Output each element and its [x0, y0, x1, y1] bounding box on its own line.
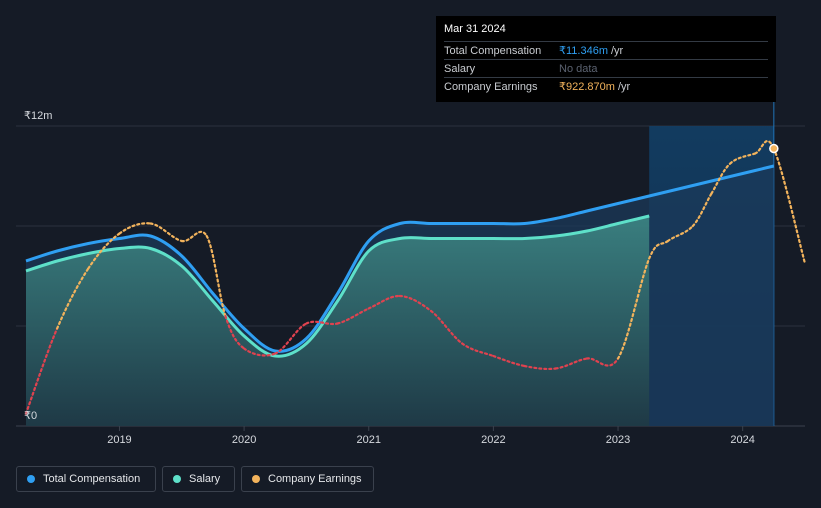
tooltip-value: No data [559, 62, 598, 75]
legend-dot-icon [252, 475, 260, 483]
tooltip-unit: /yr [617, 80, 631, 93]
y-tick-label: ₹0 [24, 410, 37, 422]
tooltip-value: ₹922.870m [559, 81, 615, 93]
legend-label: Total Compensation [43, 473, 141, 485]
legend-item-company-earnings[interactable]: Company Earnings [241, 466, 374, 492]
x-axis: 2019 2020 2021 2022 2023 2024 [107, 426, 755, 446]
legend-dot-icon [173, 475, 181, 483]
earnings-marker [769, 143, 779, 154]
tooltip-row-earnings: Company Earnings ₹922.870m /yr [444, 77, 768, 95]
markers [769, 143, 779, 154]
x-tick-label: 2019 [107, 434, 131, 446]
tooltip-row-total: Total Compensation ₹11.346m /yr [444, 41, 768, 59]
legend: Total Compensation Salary Company Earnin… [16, 466, 374, 492]
areas [26, 102, 775, 426]
tooltip-value: ₹11.346m [559, 45, 608, 57]
tooltip-label: Salary [444, 62, 476, 75]
legend-dot-icon [27, 475, 35, 483]
tooltip: Mar 31 2024 Total Compensation ₹11.346m … [436, 16, 776, 102]
y-tick-label: ₹12m [24, 110, 52, 122]
company-earnings-segment [118, 222, 152, 235]
legend-label: Salary [189, 473, 221, 485]
x-tick-label: 2023 [606, 434, 630, 446]
legend-item-salary[interactable]: Salary [162, 466, 235, 492]
tooltip-unit: /yr [611, 44, 624, 57]
x-tick-label: 2021 [357, 434, 381, 446]
x-tick-label: 2022 [481, 434, 505, 446]
tooltip-title: Mar 31 2024 [444, 23, 506, 35]
tooltip-row-salary: Salary No data [444, 59, 768, 77]
tooltip-label: Company Earnings [444, 80, 538, 93]
tooltip-label: Total Compensation [444, 44, 542, 57]
legend-label: Company Earnings [268, 473, 362, 485]
company-earnings-segment [180, 230, 208, 243]
x-tick-label: 2020 [232, 434, 256, 446]
company-earnings-segment [772, 147, 807, 265]
x-tick-label: 2024 [730, 434, 754, 446]
legend-item-total-compensation[interactable]: Total Compensation [16, 466, 156, 492]
